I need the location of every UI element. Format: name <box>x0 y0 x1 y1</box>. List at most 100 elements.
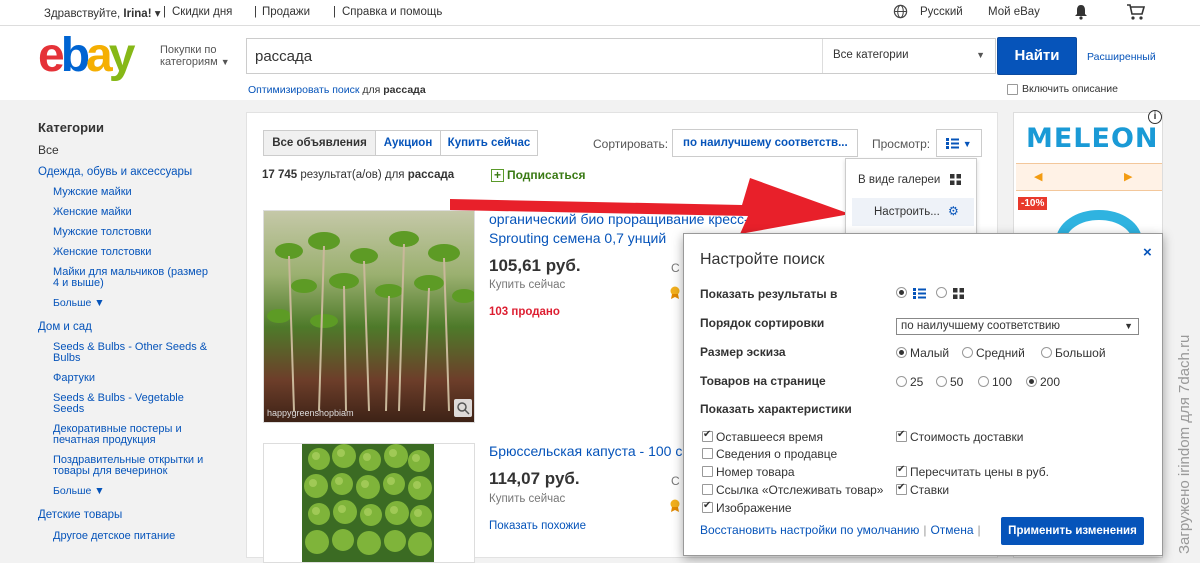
view-select[interactable]: ▼ <box>936 129 982 157</box>
sidebar-more-link[interactable]: Больше ▼ <box>38 297 238 309</box>
sidebar-category[interactable]: Одежда, обувь и аксессуары <box>38 166 238 178</box>
ebay-logo[interactable]: ebay <box>38 32 135 80</box>
restore-defaults-link[interactable]: Восстановить настройки по умолчанию <box>700 523 919 537</box>
view-list-radio[interactable] <box>896 286 927 300</box>
sidebar-subcategory[interactable]: Seeds & Bulbs - Vegetable Seeds <box>38 393 198 415</box>
sort-select[interactable]: по наилучшему соответств... <box>672 129 858 157</box>
item-sold-count: 103 продано <box>489 306 560 318</box>
view-gallery-radio[interactable] <box>936 286 965 300</box>
radio[interactable] <box>1041 347 1052 358</box>
sidebar-all[interactable]: Все <box>38 143 238 157</box>
thumb-small-radio[interactable]: Малый <box>896 346 949 360</box>
checkbox[interactable] <box>702 429 713 442</box>
feature-item-number-checkbox[interactable]: Номер товара <box>702 465 795 479</box>
checkbox[interactable] <box>702 466 713 477</box>
checkbox[interactable] <box>702 500 713 513</box>
sell-link[interactable]: Продажи <box>262 6 310 18</box>
customize-search-dialog: Настройте поиск × Показать результаты в … <box>683 233 1163 556</box>
radio[interactable] <box>936 287 947 298</box>
feature-watch-link-checkbox[interactable]: Ссылка «Отслеживать товар» <box>702 483 883 497</box>
per-page-50-radio[interactable]: 50 <box>936 375 963 389</box>
greeting[interactable]: Здравствуйте, Irina! ▾ <box>44 6 161 20</box>
optimize-search-link[interactable]: Оптимизировать поиск <box>248 84 359 96</box>
sidebar-heading: Категории <box>38 120 105 135</box>
radio[interactable] <box>896 287 907 298</box>
search-input[interactable] <box>247 39 822 73</box>
sidebar-subcategory[interactable]: Женские толстовки <box>38 247 238 258</box>
item-image[interactable]: happygreenshopbiam <box>263 210 475 423</box>
checkbox[interactable] <box>896 464 907 477</box>
view-label: Просмотр: <box>872 137 931 151</box>
radio[interactable] <box>936 376 947 387</box>
sort-order-select[interactable]: по наилучшему соответствию ▼ <box>896 318 1139 335</box>
per-page-200-radio[interactable]: 200 <box>1026 375 1060 389</box>
checkbox[interactable] <box>702 484 713 495</box>
daily-deals-link[interactable]: Скидки дня <box>172 6 232 18</box>
checkbox[interactable] <box>896 482 907 495</box>
sidebar-subcategory[interactable]: Женские майки <box>38 207 238 218</box>
apply-changes-button[interactable]: Применить изменения <box>1001 517 1144 545</box>
my-ebay-link[interactable]: Мой eBay <box>988 6 1040 18</box>
feature-convert-prices-checkbox[interactable]: Пересчитать цены в руб. <box>896 464 1049 479</box>
sidebar-subcategory[interactable]: Seeds & Bulbs - Other Seeds & Bulbs <box>38 342 213 364</box>
checkbox[interactable] <box>1007 83 1018 95</box>
greeting-caret-icon: ▾ <box>154 8 161 20</box>
thumb-large-radio[interactable]: Большой <box>1041 346 1106 360</box>
sidebar-subcategory[interactable]: Фартуки <box>38 373 238 384</box>
chevron-down-icon: ▼ <box>94 485 105 497</box>
category-select[interactable]: Все категории ▼ <box>822 39 995 73</box>
radio[interactable] <box>978 376 989 387</box>
feature-image-checkbox[interactable]: Изображение <box>702 500 792 515</box>
gallery-view-option[interactable]: В виде галереи <box>858 174 961 186</box>
customize-option[interactable]: Настроить... ⚙ <box>852 198 974 226</box>
radio[interactable] <box>896 376 907 387</box>
sidebar-category[interactable]: Дом и сад <box>38 321 238 333</box>
sidebar-subcategory[interactable]: Декоративные постеры и печатная продукци… <box>38 424 213 446</box>
sidebar-category[interactable]: Детские товары <box>38 509 238 521</box>
feature-bids-checkbox[interactable]: Ставки <box>896 482 949 497</box>
feature-seller-info-checkbox[interactable]: Сведения о продавце <box>702 447 837 461</box>
cancel-link[interactable]: Отмена <box>930 523 973 537</box>
per-page-100-radio[interactable]: 100 <box>978 375 1012 389</box>
info-icon[interactable]: i <box>1148 110 1162 124</box>
sidebar-subcategory[interactable]: Мужские толстовки <box>38 227 238 238</box>
truncated-text: С <box>671 261 680 275</box>
tab-buy-now[interactable]: Купить сейчас <box>440 130 538 156</box>
tab-auction[interactable]: Аукцион <box>375 130 441 156</box>
show-similar-link[interactable]: Показать похожие <box>489 520 586 532</box>
close-icon[interactable]: × <box>1143 244 1152 261</box>
checkbox[interactable] <box>702 448 713 459</box>
thumb-medium-radio[interactable]: Средний <box>962 346 1025 360</box>
sidebar-subcategory[interactable]: Поздравительные открытки и товары для ве… <box>38 455 218 477</box>
brussels-sprouts-image <box>302 444 434 562</box>
item-image[interactable] <box>263 443 475 563</box>
sidebar-subcategory[interactable]: Майки для мальчиков (размер 4 и выше) <box>38 267 213 289</box>
sidebar-subcategory[interactable]: Мужские майки <box>38 187 238 198</box>
bell-icon[interactable] <box>1074 4 1088 20</box>
sidebar-subcategory[interactable]: Другое детское питание <box>38 531 238 542</box>
checkbox[interactable] <box>896 429 907 442</box>
advanced-search-link[interactable]: Расширенный <box>1087 51 1156 63</box>
cart-icon[interactable] <box>1126 3 1146 21</box>
item-title-link[interactable]: Брюссельская капуста - 100 семян <box>489 442 689 461</box>
chevron-down-icon: ▼ <box>976 50 985 60</box>
item-buy-format: Купить сейчас <box>489 279 566 291</box>
shop-by-category[interactable]: Покупки по категориям ▼ <box>160 44 230 68</box>
feature-shipping-cost-checkbox[interactable]: Стоимость доставки <box>896 429 1023 444</box>
feature-time-left-checkbox[interactable]: Оставшееся время <box>702 429 823 444</box>
tab-all-listings[interactable]: Все объявления <box>263 130 376 156</box>
ad-next-icon[interactable]: ▶ <box>1124 170 1132 183</box>
ad-prev-icon[interactable]: ◀ <box>1034 170 1042 183</box>
help-link[interactable]: Справка и помощь <box>342 6 442 18</box>
per-page-25-radio[interactable]: 25 <box>896 375 923 389</box>
header: ebay Покупки по категориям ▼ Все категор… <box>0 26 1200 100</box>
search-button[interactable]: Найти <box>997 37 1077 75</box>
view-menu: В виде галереи Настроить... ⚙ <box>845 158 977 236</box>
sidebar-more-link[interactable]: Больше ▼ <box>38 485 238 497</box>
include-description-checkbox[interactable]: Включить описание <box>1007 83 1118 95</box>
radio[interactable] <box>962 347 973 358</box>
separator: | <box>923 523 927 537</box>
language-selector[interactable]: Русский <box>920 6 963 18</box>
radio[interactable] <box>1026 376 1037 387</box>
radio[interactable] <box>896 347 907 358</box>
